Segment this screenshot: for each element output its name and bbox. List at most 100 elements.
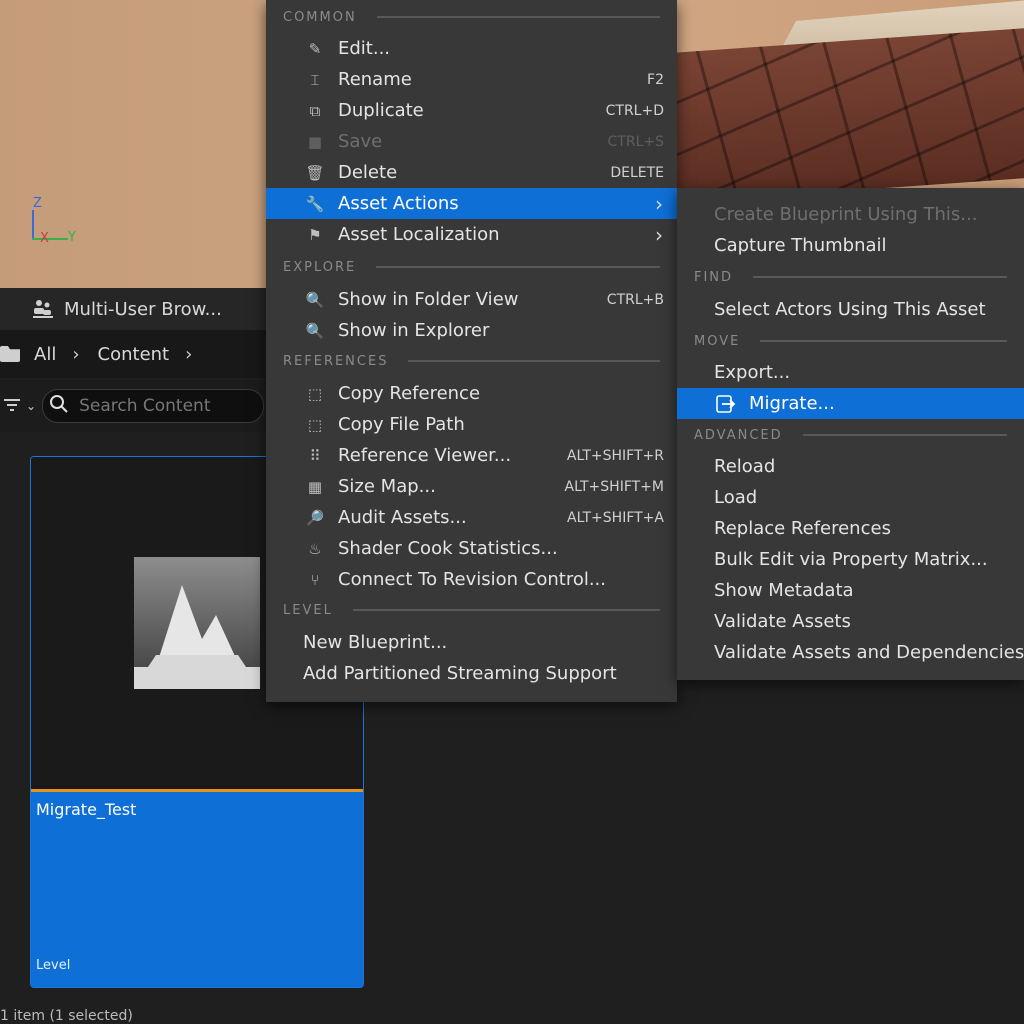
menu-item-replace-references-label: Replace References: [714, 518, 891, 539]
context-menu: COMMON ✎ Edit... ⌶ Rename F2 ⧉ Duplicate…: [266, 0, 677, 702]
menu-item-reload[interactable]: Reload: [677, 451, 1024, 482]
trash-icon: 🗑: [305, 163, 325, 182]
menu-item-shader-cook-label: Shader Cook Statistics...: [338, 538, 558, 559]
breadcrumb-all[interactable]: All: [34, 344, 56, 365]
menu-item-asset-localization[interactable]: ⚑ Asset Localization ›: [266, 219, 677, 250]
section-find: FIND: [677, 262, 1024, 292]
menu-item-asset-localization-label: Asset Localization: [338, 224, 500, 245]
asset-actions-submenu: Create Blueprint Using This... Capture T…: [677, 188, 1024, 680]
shortcut-reference-viewer: ALT+SHIFT+R: [566, 447, 664, 464]
menu-item-load-label: Load: [714, 487, 758, 508]
rename-icon: ⌶: [310, 70, 320, 89]
menu-item-audit-assets[interactable]: 🔎 Audit Assets... ALT+SHIFT+A: [266, 502, 677, 533]
menu-item-capture-thumbnail[interactable]: Capture Thumbnail: [677, 230, 1024, 261]
search-bar: ⌄ Search Content: [0, 380, 266, 432]
menu-item-audit-assets-label: Audit Assets...: [338, 507, 467, 528]
menu-item-select-actors[interactable]: Select Actors Using This Asset: [677, 294, 1024, 325]
menu-item-show-metadata-label: Show Metadata: [714, 580, 854, 601]
search-placeholder: Search Content: [79, 396, 211, 416]
menu-item-validate-assets-label: Validate Assets: [714, 611, 851, 632]
menu-item-partitioned-streaming[interactable]: Add Partitioned Streaming Support: [266, 658, 677, 689]
chevron-down-icon[interactable]: ⌄: [26, 399, 36, 413]
shortcut-save: CTRL+S: [607, 133, 664, 150]
folder-search-icon: 🔍: [305, 321, 325, 340]
menu-item-reference-viewer-label: Reference Viewer...: [338, 445, 512, 466]
menu-item-revision-control[interactable]: ⑂ Connect To Revision Control...: [266, 564, 677, 595]
save-icon: ■: [307, 132, 323, 151]
menu-item-show-explorer[interactable]: 🔍 Show in Explorer: [266, 315, 677, 346]
section-level-title: LEVEL: [283, 602, 333, 618]
search-input[interactable]: Search Content: [42, 389, 265, 423]
menu-item-validate-dependencies[interactable]: Validate Assets and Dependencies: [677, 637, 1024, 668]
menu-item-delete[interactable]: 🗑 Delete DELETE: [266, 157, 677, 188]
menu-item-show-explorer-label: Show in Explorer: [338, 320, 490, 341]
section-level: LEVEL: [266, 595, 677, 625]
filter-icon[interactable]: [4, 397, 22, 416]
search-icon: [49, 394, 69, 419]
multi-user-tab[interactable]: Multi-User Brow...: [0, 288, 266, 330]
menu-item-export[interactable]: Export...: [677, 357, 1024, 388]
menu-item-replace-references[interactable]: Replace References: [677, 513, 1024, 544]
status-text: 1 item (1 selected): [0, 1008, 133, 1024]
menu-item-save[interactable]: ■ Save CTRL+S: [266, 126, 677, 157]
menu-item-copy-file-path[interactable]: ⬚ Copy File Path: [266, 409, 677, 440]
section-references: REFERENCES: [266, 346, 677, 376]
chevron-right-icon: ›: [655, 191, 663, 216]
section-explore: EXPLORE: [266, 252, 677, 282]
flag-icon: ⚑: [308, 225, 322, 244]
menu-item-edit-label: Edit...: [338, 38, 391, 59]
pencil-icon: ✎: [308, 39, 322, 58]
menu-item-size-map[interactable]: ▦ Size Map... ALT+SHIFT+M: [266, 471, 677, 502]
section-move: MOVE: [677, 326, 1024, 356]
menu-item-export-label: Export...: [714, 362, 791, 383]
menu-item-copy-reference[interactable]: ⬚ Copy Reference: [266, 378, 677, 409]
menu-item-duplicate[interactable]: ⧉ Duplicate CTRL+D: [266, 95, 677, 126]
chevron-right-icon: ›: [655, 222, 663, 247]
menu-item-show-folder-view[interactable]: 🔍 Show in Folder View CTRL+B: [266, 284, 677, 315]
menu-item-validate-dependencies-label: Validate Assets and Dependencies: [714, 642, 1024, 663]
breadcrumb-content[interactable]: Content: [98, 344, 170, 365]
breadcrumb: All › Content ›: [0, 330, 266, 378]
menu-item-reference-viewer[interactable]: ⠿ Reference Viewer... ALT+SHIFT+R: [266, 440, 677, 471]
menu-item-create-blueprint[interactable]: Create Blueprint Using This...: [677, 199, 1024, 230]
menu-item-new-blueprint-label: New Blueprint...: [303, 632, 448, 653]
section-move-title: MOVE: [694, 333, 741, 349]
menu-item-edit[interactable]: ✎ Edit...: [266, 33, 677, 64]
duplicate-icon: ⧉: [309, 101, 321, 120]
section-advanced: ADVANCED: [677, 420, 1024, 450]
menu-item-bulk-edit[interactable]: Bulk Edit via Property Matrix...: [677, 544, 1024, 575]
menu-item-validate-assets[interactable]: Validate Assets: [677, 606, 1024, 637]
multi-user-label: Multi-User Brow...: [64, 298, 222, 320]
shortcut-rename: F2: [647, 71, 664, 88]
level-icon: [134, 557, 260, 689]
menu-item-select-actors-label: Select Actors Using This Asset: [714, 299, 986, 320]
chevron-right-icon[interactable]: ›: [72, 344, 79, 365]
asset-type: Level: [36, 958, 71, 973]
axis-z-label: Z: [33, 196, 42, 211]
audit-icon: 🔎: [305, 508, 325, 527]
menu-item-bulk-edit-label: Bulk Edit via Property Matrix...: [714, 549, 988, 570]
copy-icon: ⬚: [307, 415, 323, 434]
menu-item-rename-label: Rename: [338, 69, 412, 90]
section-explore-title: EXPLORE: [283, 259, 357, 275]
treemap-icon: ▦: [307, 477, 323, 496]
menu-item-asset-actions[interactable]: 🔧 Asset Actions ›: [266, 188, 677, 219]
axis-x-label: X: [40, 231, 49, 246]
menu-item-duplicate-label: Duplicate: [338, 100, 424, 121]
menu-item-show-metadata[interactable]: Show Metadata: [677, 575, 1024, 606]
copy-icon: ⬚: [307, 384, 323, 403]
menu-item-shader-cook[interactable]: ♨ Shader Cook Statistics...: [266, 533, 677, 564]
menu-item-reload-label: Reload: [714, 456, 776, 477]
menu-item-load[interactable]: Load: [677, 482, 1024, 513]
menu-item-rename[interactable]: ⌶ Rename F2: [266, 64, 677, 95]
menu-item-create-blueprint-label: Create Blueprint Using This...: [714, 204, 978, 225]
menu-item-migrate[interactable]: Migrate...: [677, 388, 1024, 419]
asset-info: Migrate_Test Level: [31, 792, 363, 987]
cook-icon: ♨: [308, 539, 322, 558]
asset-name: Migrate_Test: [36, 800, 137, 819]
folder-search-icon: 🔍: [305, 290, 325, 309]
shortcut-delete: DELETE: [610, 164, 664, 181]
chevron-right-icon[interactable]: ›: [185, 344, 192, 365]
menu-item-new-blueprint[interactable]: New Blueprint...: [266, 627, 677, 658]
branch-icon: ⑂: [310, 570, 320, 589]
